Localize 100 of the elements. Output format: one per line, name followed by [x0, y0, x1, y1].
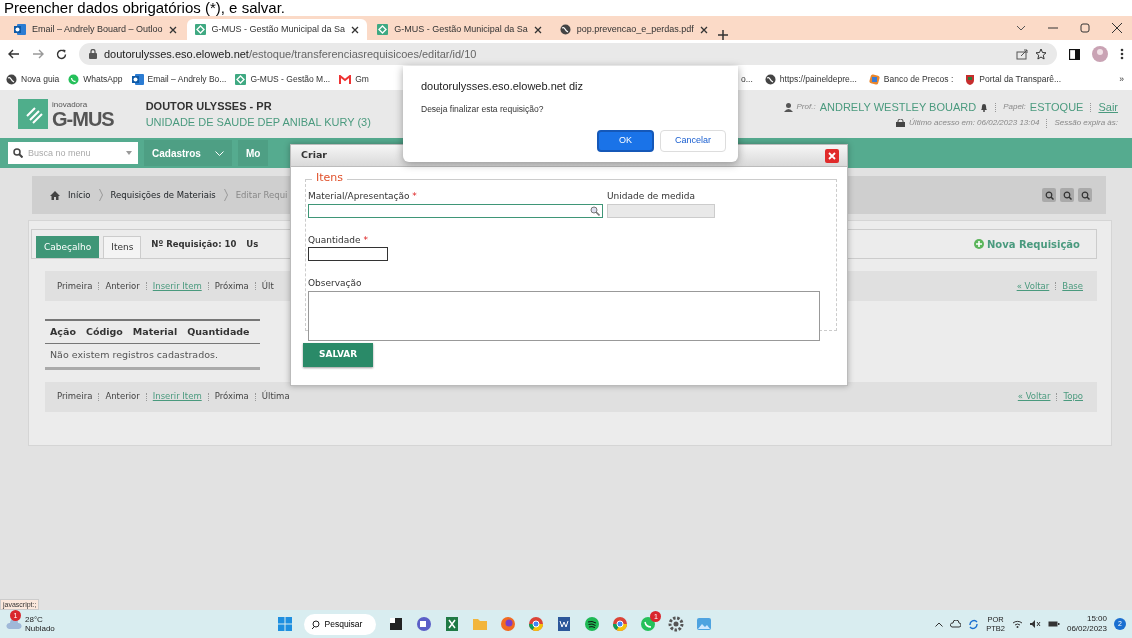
bookmark-link[interactable]: Banco de Precos : — [868, 72, 954, 86]
browser-tab[interactable]: G-MUS - Gestão Municipal da Sa — [186, 19, 368, 40]
pager-link[interactable]: Últ — [261, 279, 274, 293]
start-icon[interactable] — [277, 617, 292, 631]
speaker-muted-icon[interactable] — [1029, 620, 1041, 628]
forward-arrow-icon[interactable] — [32, 49, 44, 59]
chat-icon[interactable] — [640, 616, 657, 632]
close-icon[interactable] — [351, 25, 360, 34]
battery-icon[interactable] — [1047, 620, 1060, 628]
bookmark-link[interactable]: https://paineldepre... — [764, 72, 857, 86]
home-icon — [50, 190, 60, 200]
browser-icon[interactable] — [528, 616, 545, 632]
music-app-icon[interactable] — [584, 616, 601, 632]
zoom-out-button[interactable] — [1042, 188, 1056, 202]
spreadsheet-icon[interactable] — [444, 616, 461, 632]
browser-tab[interactable]: Email – Andrely Bouard – Outloo — [6, 19, 185, 40]
taskbar-search[interactable]: Pesquisar — [303, 613, 377, 635]
more-menu-icon[interactable] — [1120, 48, 1124, 60]
menu-search-field[interactable]: Busca no menu — [8, 142, 138, 164]
pager-link[interactable]: Anterior — [105, 279, 140, 293]
logo-icon — [235, 73, 247, 85]
side-panel-icon[interactable] — [1069, 48, 1080, 60]
bookmark-link[interactable]: Portal da Transparê... — [965, 72, 1062, 86]
pager-link[interactable]: Última — [261, 390, 290, 403]
zoom-in-button[interactable] — [1078, 188, 1092, 202]
professional-label: Prof.: — [796, 101, 816, 113]
chevron-right-icon — [223, 189, 228, 201]
wifi-icon[interactable] — [1011, 620, 1023, 628]
restore-icon[interactable] — [1080, 23, 1090, 33]
gear-icon[interactable] — [668, 616, 685, 632]
page-tab[interactable]: Itens — [103, 235, 142, 258]
bookmark-link[interactable]: G-MUS - Gestão M... — [235, 72, 331, 86]
pager-link[interactable]: Primeira — [57, 390, 93, 403]
share-icon[interactable] — [1016, 48, 1028, 60]
input-field[interactable] — [308, 247, 388, 261]
sync-icon[interactable] — [968, 618, 980, 630]
close-button[interactable] — [825, 148, 839, 163]
logo-icon — [18, 99, 48, 129]
textarea-field[interactable] — [308, 290, 820, 341]
bookmark-link[interactable]: o... — [741, 72, 753, 86]
browser-tab[interactable]: G-MUS - Gestão Municipal da Sa — [369, 19, 550, 40]
browser-tab[interactable]: pop.prevencao_e_perdas.pdf — [551, 19, 716, 40]
brand-tagline: inovadora — [52, 99, 89, 109]
lock-icon — [89, 49, 97, 59]
breadcrumb-link[interactable]: Início — [68, 188, 91, 202]
new-tab-icon[interactable] — [717, 30, 728, 40]
bookmark-link[interactable]: WhatsApp — [68, 72, 123, 86]
search-icon[interactable] — [590, 205, 600, 216]
close-icon[interactable] — [533, 25, 542, 34]
crest-icon — [965, 73, 976, 85]
ok-button[interactable]: OK — [596, 130, 654, 152]
requisition-info: Us — [246, 237, 259, 251]
search-icon — [311, 619, 321, 629]
back-arrow-icon[interactable] — [8, 49, 20, 59]
bookmark-link[interactable]: Nova guia — [6, 72, 60, 86]
cloud-icon[interactable] — [950, 620, 962, 628]
role-label: Papel: — [1003, 101, 1026, 113]
bookmark-link[interactable]: Gm — [339, 72, 369, 86]
address-field[interactable]: doutorulysses.eso.eloweb.net/estoque/transferenciasrequisicoes/editar/id/10 — [79, 43, 1057, 65]
user-icon — [783, 102, 793, 112]
requisition-info: Nº Requisição: 10 — [151, 237, 237, 251]
video-call-icon[interactable] — [416, 616, 433, 632]
globe-icon — [559, 24, 571, 35]
star-icon[interactable] — [1035, 48, 1047, 60]
close-icon[interactable] — [168, 25, 177, 34]
browser-icon[interactable] — [612, 616, 629, 632]
temperature-text: 28°C — [25, 615, 44, 624]
breadcrumb-link[interactable]: Requisições de Materiais — [110, 188, 216, 202]
chevron-down-icon[interactable] — [1016, 25, 1026, 31]
browser-icon[interactable] — [500, 616, 517, 632]
chevron-up-icon[interactable] — [935, 621, 944, 627]
unit-name: UNIDADE DE SAUDE DEP ANIBAL KURY (3) — [145, 115, 371, 130]
chevron-right-icon — [98, 189, 103, 201]
bell-icon[interactable] — [980, 102, 989, 112]
logo-icon — [194, 24, 206, 35]
chevron-down-icon — [214, 150, 224, 156]
pager-link[interactable]: Próxima — [214, 390, 249, 403]
cancel-button[interactable]: Cancelar — [659, 130, 726, 152]
clock-button[interactable]: 15:00 06/02/2023 — [1066, 614, 1107, 634]
alert-message: Deseja finalizar esta requisição? — [421, 102, 545, 116]
pager-link[interactable]: Anterior — [105, 390, 140, 403]
column-header: Ação — [50, 325, 76, 339]
document-icon[interactable] — [556, 616, 573, 632]
app-icon[interactable] — [388, 616, 405, 632]
close-icon[interactable] — [1112, 23, 1122, 33]
more-bookmarks-button[interactable]: » — [1119, 72, 1124, 86]
breadcrumb-current: Editar Requi — [235, 188, 288, 202]
input-field[interactable] — [308, 203, 603, 218]
save-button[interactable]: SALVAR — [303, 343, 374, 367]
brand-name: G-MUS — [52, 108, 114, 129]
pager-link[interactable]: Próxima — [214, 279, 249, 293]
zoom-reset-button[interactable] — [1060, 188, 1074, 202]
globe-icon — [6, 73, 17, 85]
bookmark-link[interactable]: Email – Andrely Bo... — [131, 72, 227, 86]
mail-icon — [14, 24, 26, 35]
close-icon[interactable] — [699, 25, 708, 34]
pager-link[interactable]: Primeira — [57, 279, 93, 293]
reload-icon[interactable] — [56, 48, 67, 60]
column-header: Material — [132, 325, 178, 339]
page-tab[interactable]: Cabeçalho — [36, 235, 100, 258]
